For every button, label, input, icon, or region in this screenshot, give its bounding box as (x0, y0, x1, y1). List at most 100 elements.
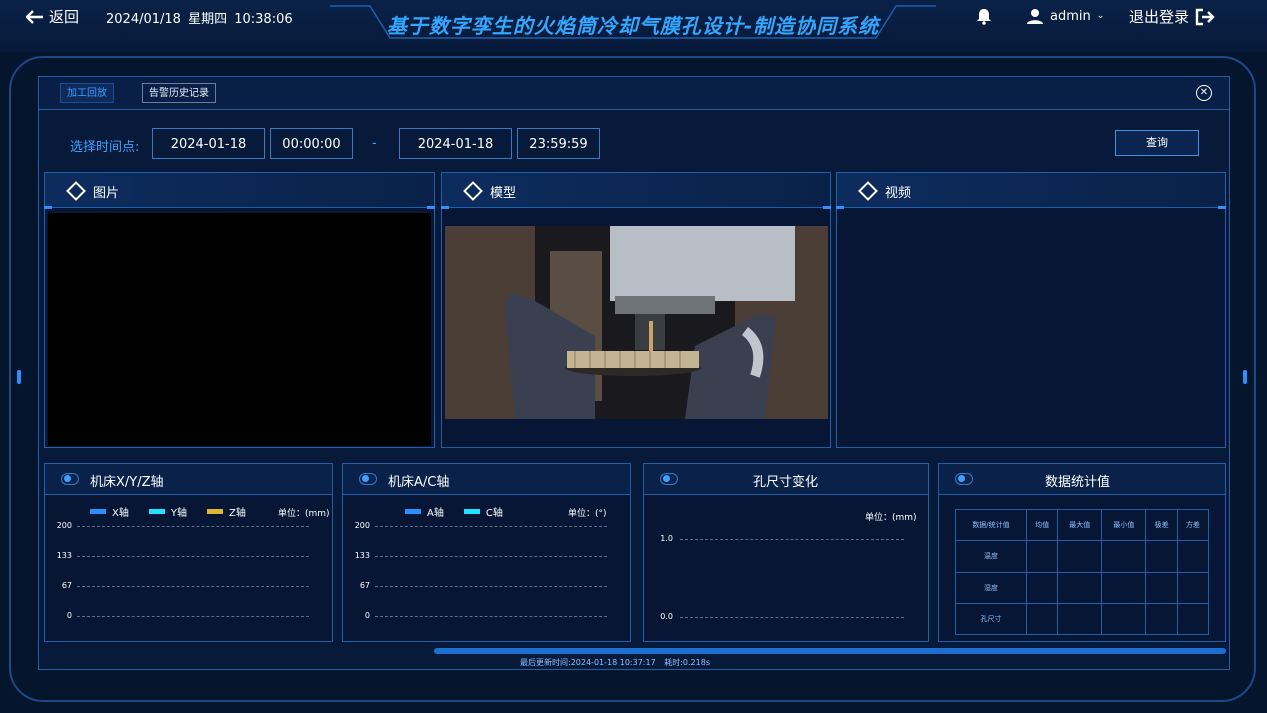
tab-alarm-history[interactable]: 告警历史记录 (142, 83, 216, 103)
start-time-input[interactable]: 00:00:00 (270, 128, 353, 159)
gridline (77, 556, 309, 557)
legend-swatch-y (148, 509, 165, 514)
table-row: 温度 (955, 540, 1210, 573)
gridline (375, 556, 607, 557)
diamond-icon (463, 181, 483, 201)
gridline (77, 586, 309, 587)
image-viewport (48, 213, 431, 446)
close-icon[interactable]: ✕ (1196, 85, 1212, 101)
gridline (77, 526, 309, 527)
legend-swatch-c (463, 509, 480, 514)
table-cell (1145, 571, 1178, 604)
video-viewport[interactable] (840, 213, 1223, 446)
query-button[interactable]: 查询 (1115, 130, 1199, 156)
legend-swatch-z (206, 509, 223, 514)
table-cell (1145, 602, 1178, 636)
gridline (375, 616, 607, 617)
end-date-input[interactable]: 2024-01-18 (399, 128, 512, 159)
ytick-label: 200 (354, 521, 370, 530)
tab-bar (39, 77, 1229, 110)
diamond-icon (858, 181, 878, 201)
time-text: 10:38:06 (234, 12, 293, 27)
table-cell (1101, 540, 1147, 573)
model-card-header: 模型 (442, 173, 830, 208)
legend-a: A轴 (427, 508, 444, 519)
logout-label: 退出登录 (1129, 8, 1190, 26)
ytick-label: 67 (359, 581, 370, 590)
ytick-label: 67 (61, 581, 72, 590)
video-card-title: 视频 (885, 186, 912, 201)
toggle-switch[interactable] (660, 473, 678, 485)
progress-bar (434, 648, 1226, 654)
video-card: 视频 (836, 172, 1226, 448)
ytick-label: 0 (364, 611, 370, 620)
ytick-label: 133 (56, 551, 72, 560)
notification-button[interactable] (975, 7, 993, 29)
table-cell (1025, 571, 1059, 604)
table-cell (1101, 571, 1147, 604)
start-date-input[interactable]: 2024-01-18 (152, 128, 265, 159)
user-menu[interactable]: admin ⌄ (1026, 7, 1104, 25)
logout-button[interactable]: 退出登录 (1129, 6, 1215, 27)
legend-swatch-x (90, 509, 106, 514)
last-updated: 最后更新时间:2024-01-18 10:37:17 (520, 658, 656, 667)
row-label: 湿度 (955, 571, 1027, 604)
range-separator: - (372, 136, 377, 151)
ytick-label: 0.0 (660, 612, 673, 621)
ytick-label: 0 (66, 611, 72, 620)
back-arrow-icon (26, 9, 43, 24)
model-card-title: 模型 (490, 186, 517, 201)
ac-chart-title: 机床A/C轴 (388, 475, 450, 490)
user-icon (1027, 9, 1043, 24)
gridline (680, 539, 904, 540)
image-card-header: 图片 (45, 173, 434, 208)
toggle-switch[interactable] (359, 473, 377, 485)
toggle-switch[interactable] (61, 473, 79, 485)
ytick-label: 1.0 (660, 534, 673, 543)
xyz-chart-header: 机床X/Y/Z轴 (45, 464, 332, 495)
column-header: 最小值 (1101, 508, 1147, 542)
chevron-down-icon: ⌄ (1096, 11, 1105, 21)
back-button[interactable]: 返回 (26, 6, 79, 27)
table-cell (1176, 602, 1210, 636)
ytick-label: 133 (354, 551, 370, 560)
username: admin (1050, 8, 1091, 24)
datetime: 2024/01/18 星期四 10:38:06 (106, 8, 293, 27)
legend-swatch-a (405, 509, 421, 514)
image-card-title: 图片 (93, 186, 120, 201)
hole-chart-header: 孔尺寸变化 (644, 464, 928, 495)
table-cell (1057, 571, 1103, 604)
stats-title: 数据统计值 (1045, 475, 1111, 490)
row-label: 孔尺寸 (955, 602, 1027, 636)
tab-processing-replay[interactable]: 加工回放 (60, 83, 114, 103)
date-text: 2024/01/18 (106, 12, 181, 27)
end-time-input[interactable]: 23:59:59 (517, 128, 600, 159)
column-header: 最大值 (1057, 508, 1103, 542)
legend-c: C轴 (485, 508, 503, 519)
table-cell (1025, 540, 1059, 573)
table-cell (1176, 571, 1210, 604)
elapsed-time: 耗时:0.218s (664, 658, 710, 667)
table-cell (1101, 602, 1147, 636)
machine-model-view[interactable] (445, 226, 828, 419)
logout-icon (1195, 8, 1215, 25)
legend-z: Z轴 (228, 508, 246, 519)
gridline (77, 616, 309, 617)
column-header: 方差 (1176, 508, 1210, 542)
table-row: 孔尺寸 (955, 602, 1210, 636)
image-card: 图片 (44, 172, 435, 448)
time-filter-label: 选择时间点: (70, 140, 140, 155)
toggle-switch[interactable] (955, 473, 973, 485)
table-row: 湿度 (955, 571, 1210, 604)
video-card-header: 视频 (837, 173, 1225, 208)
system-title: 基于数字孪生的火焰筒冷却气膜孔设计-制造协同系统 (386, 14, 880, 38)
gridline (375, 586, 607, 587)
column-header: 数据/统计值 (955, 508, 1027, 542)
stats-table: 数据/统计值 均值 最大值 最小值 极差 方差 温度 湿度 孔尺寸 (955, 508, 1210, 636)
ac-chart-header: 机床A/C轴 (343, 464, 630, 495)
ac-unit: 单位：(°) (568, 509, 607, 519)
row-label: 温度 (955, 540, 1027, 573)
hole-chart-title: 孔尺寸变化 (753, 475, 819, 490)
bell-icon (977, 9, 991, 25)
stats-header: 数据统计值 (939, 464, 1225, 495)
